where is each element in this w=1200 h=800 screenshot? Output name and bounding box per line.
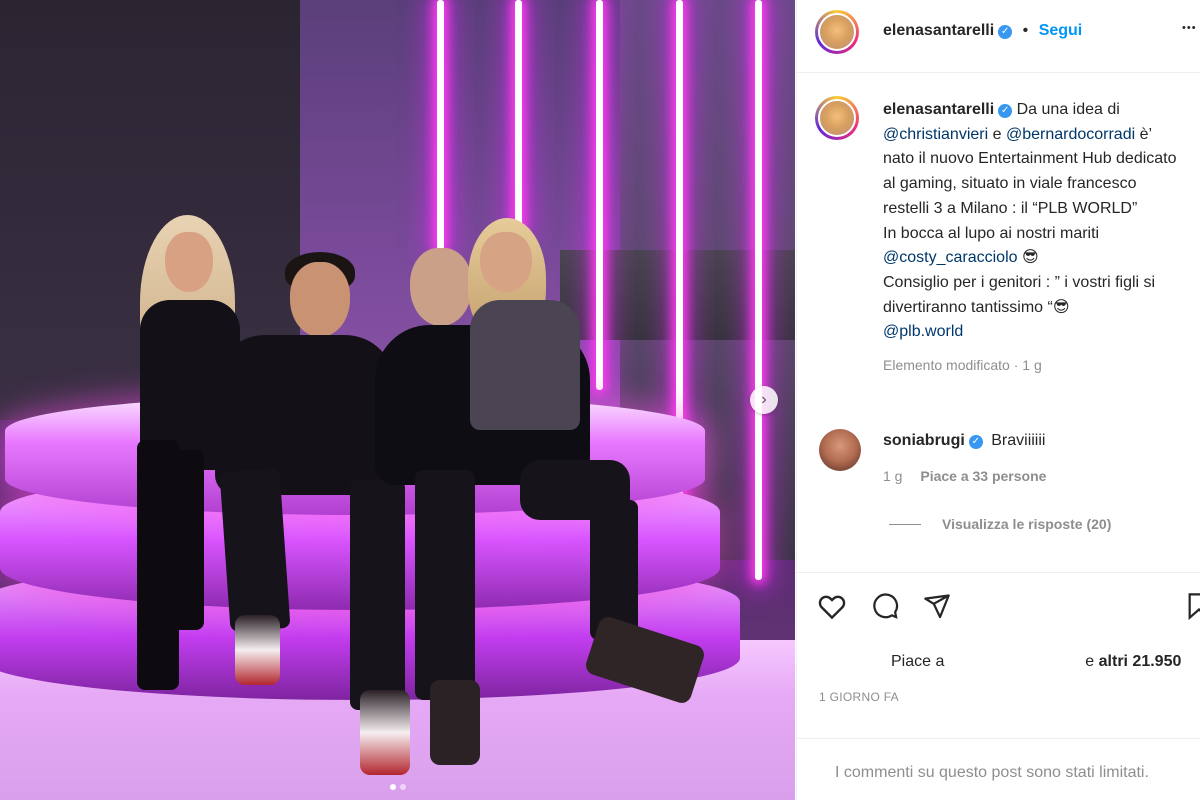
caption-mention-link[interactable]: @christianvieri [883,126,988,143]
caption-avatar[interactable] [815,96,859,140]
neon-light-1 [437,0,444,250]
caption-mention-link[interactable]: @bernardocorradi [1006,126,1135,143]
header-divider [797,72,1200,73]
likes-and: e [1085,653,1095,670]
comment-age: 1 g [883,468,903,484]
caption-text-segment: Consiglio per i genitori : ” i vostri fi… [883,273,1156,316]
caption-text-segment: e [988,125,1006,143]
caption-mention-link[interactable]: @costy_caracciolo [883,249,1018,266]
share-send-icon[interactable] [923,592,951,625]
post-caption: elenasantarelli ✓ Da una idea di @christi… [883,98,1183,378]
neon-light-2 [515,0,522,235]
more-options-icon[interactable]: ••• [1182,22,1197,34]
carousel-dot-1 [389,784,396,790]
footer-divider [797,738,1200,739]
comments-limited-notice: I commenti su questo post sono stati lim… [835,764,1149,781]
edited-label: Elemento modificato [883,357,1010,374]
caption-age: 1 g [1022,357,1042,374]
comment: soniabrugi ✓ Braviiiiii [883,432,1045,450]
view-replies-link[interactable]: Visualizza le risposte (20) [942,516,1111,532]
comment-bubble-icon[interactable] [871,592,899,625]
carousel-dot-2 [399,784,406,790]
carousel-next-button[interactable]: › [750,386,778,414]
caption-text-segment: Da una idea di [1016,101,1120,118]
caption-meta: Elemento modificato · 1 g [883,357,1042,374]
likes-prefix: Piace a [891,653,945,670]
author-avatar[interactable] [815,10,859,54]
actions-divider [797,572,1200,573]
caption-mention-link[interactable]: @plb.world [883,323,963,340]
neon-light-3 [596,0,603,390]
caption-text-segment: 😎 [1017,249,1039,267]
comment-meta: 1 g Piace a 33 persone [883,468,1046,484]
caption-username[interactable]: elenasantarelli [883,101,994,118]
bookmark-save-icon[interactable] [1187,592,1200,625]
likes-others-link[interactable]: altri 21.950 [1099,653,1182,670]
caption-text-segment: In bocca al lupo ai nostri mariti [883,224,1100,242]
verified-icon: ✓ [998,25,1013,39]
neon-light-5 [755,0,762,580]
comment-text: Braviiiiii [991,432,1046,449]
replies-line [889,524,921,525]
like-heart-icon[interactable] [817,592,847,625]
author-username[interactable]: elenasantarelli [883,22,994,39]
header-separator: • [1022,22,1029,39]
likes-summary: Piace a e altri 21.950 [891,653,1181,671]
post-info-panel: elenasantarelli ✓ • Segui ••• elenasantar… [796,0,1200,800]
post-timestamp[interactable]: 1 GIORNO FA [819,690,899,704]
follow-button[interactable]: Segui [1039,22,1083,39]
verified-icon: ✓ [998,104,1013,118]
commenter-username[interactable]: soniabrugi [883,432,965,449]
commenter-avatar[interactable] [819,429,861,471]
post-photo[interactable]: › [0,0,795,800]
caption-text: Da una idea di @christianvieri e @bernar… [883,101,1177,340]
comment-likes-link[interactable]: Piace a 33 persone [920,468,1046,484]
verified-icon: ✓ [968,435,983,449]
carousel-dots [389,784,406,790]
